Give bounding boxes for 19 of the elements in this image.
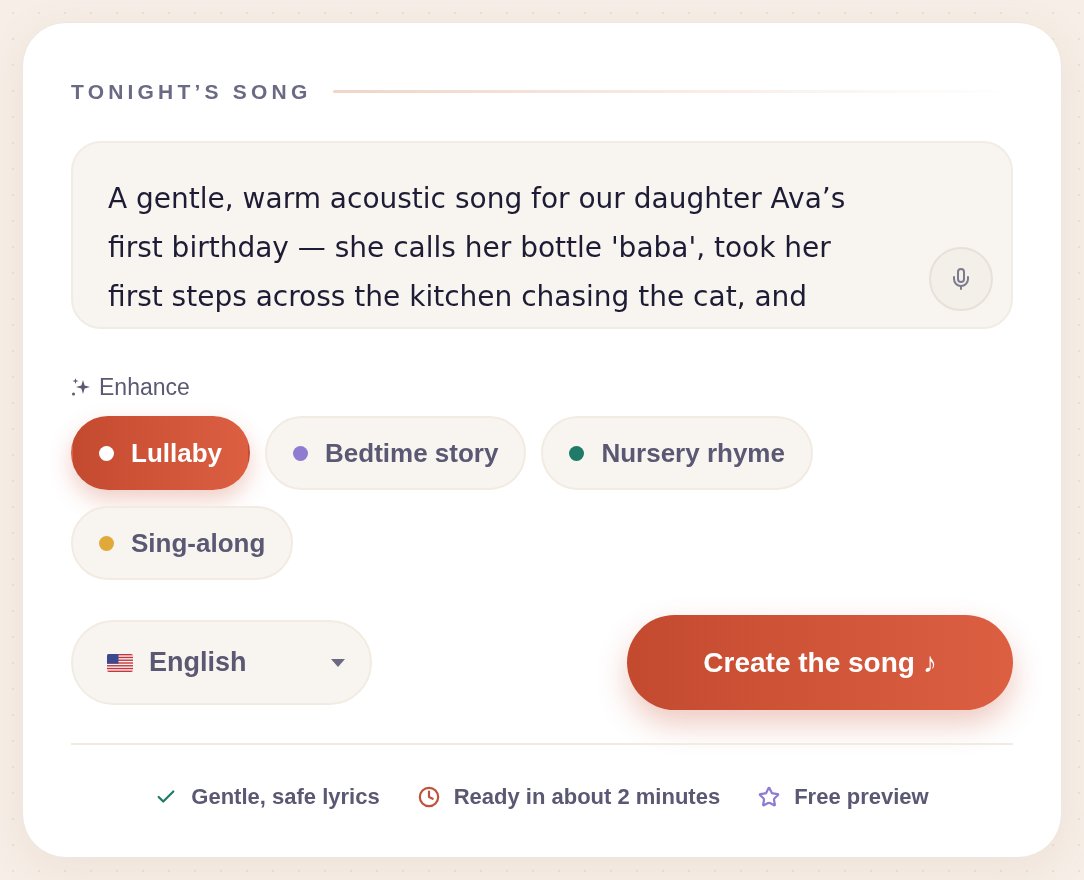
feature-label: Gentle, safe lyrics xyxy=(191,785,380,809)
style-chip[interactable]: Sing-along xyxy=(71,506,294,581)
enhance-label: Enhance xyxy=(99,375,190,400)
feature-label: Free preview xyxy=(794,785,929,809)
create-song-button[interactable]: Create the song ♪ xyxy=(627,615,1013,711)
clock-icon xyxy=(417,786,440,808)
style-chip[interactable]: Nursery rhyme xyxy=(541,416,813,491)
language-select[interactable]: English xyxy=(71,620,372,706)
prompt-text: A gentle, warm acoustic song for our daughter Ava’s first birthday — she calls her bottle 'baba', took her first steps across the kitchen chasing the cat, and xyxy=(108,181,847,315)
language-value: English xyxy=(149,646,248,680)
feature-label: Ready in about 2 minutes xyxy=(453,785,721,809)
prompt-field[interactable]: A gentle, warm acoustic song for our daughter Ava’s first birthday — she calls her bottle 'baba', took her first steps across the kitchen chasing the cat, and xyxy=(71,141,1013,330)
caret-icon xyxy=(331,658,345,667)
flag-icon xyxy=(107,653,133,672)
section-title: TONIGHT’S SONG xyxy=(71,81,312,102)
style-chip[interactable]: Lullaby xyxy=(71,416,250,491)
sparkle-icon xyxy=(71,377,91,398)
style-chip[interactable]: Bedtime story xyxy=(265,416,527,491)
star-icon xyxy=(758,786,781,808)
